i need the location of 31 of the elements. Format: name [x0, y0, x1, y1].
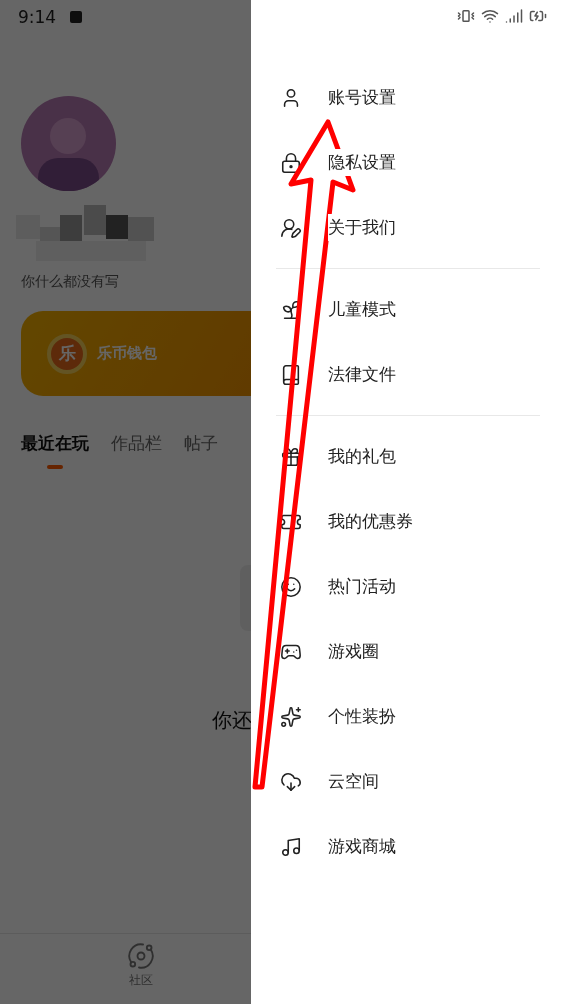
notification-icon	[70, 11, 83, 23]
smiley-icon	[280, 575, 302, 598]
vibrate-icon	[457, 7, 475, 25]
wallet-label: 乐币钱包	[97, 344, 157, 363]
menu-item[interactable]: 隐私设置	[251, 130, 565, 195]
sparkle-icon	[280, 705, 302, 728]
menu-item[interactable]: 我的礼包	[251, 424, 565, 489]
menu-item[interactable]: 游戏商城	[251, 814, 565, 879]
gift-icon	[280, 445, 302, 468]
menu-item[interactable]: 法律文件	[251, 342, 565, 407]
profile-bio: 你什么都没有写	[21, 273, 120, 291]
menu-item[interactable]: 账号设置	[251, 65, 565, 130]
signal-icon	[505, 7, 523, 25]
menu-item[interactable]: 个性装扮	[251, 684, 565, 749]
wifi-icon	[481, 7, 499, 25]
lock-icon	[280, 151, 302, 174]
empty-state-text: 你还	[212, 707, 251, 734]
coin-badge: 乐	[47, 333, 87, 374]
planet-icon	[126, 942, 155, 970]
menu-item[interactable]: 游戏圈	[251, 619, 565, 684]
profile-tab[interactable]: 最近在玩	[21, 432, 89, 469]
menu-item[interactable]: 儿童模式	[251, 277, 565, 342]
menu-item[interactable]: 热门活动	[251, 554, 565, 619]
status-time: 9:14	[18, 7, 57, 27]
music-note-icon	[280, 835, 302, 858]
menu-item[interactable]: 云空间	[251, 749, 565, 814]
menu-item[interactable]: 我的优惠券	[251, 489, 565, 554]
menu-item[interactable]: 关于我们	[251, 195, 565, 260]
cloud-download-icon	[280, 770, 302, 793]
book-icon	[280, 363, 302, 386]
person-icon	[280, 216, 302, 239]
